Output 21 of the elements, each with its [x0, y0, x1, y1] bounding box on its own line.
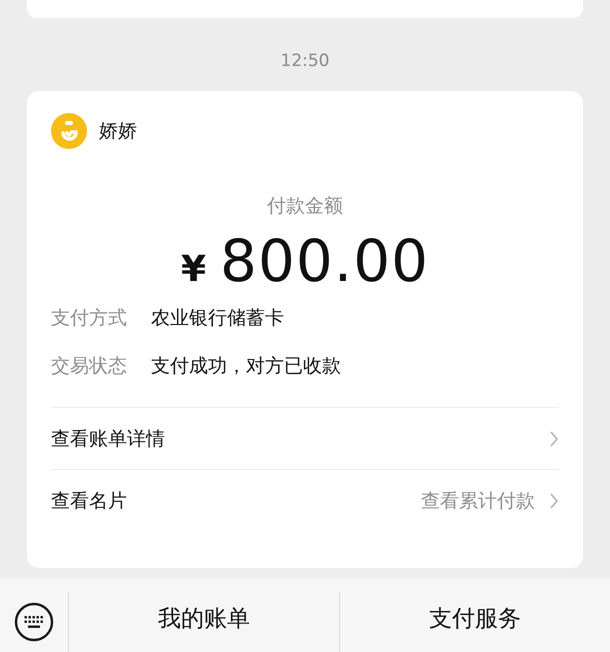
detail-value: 支付成功，对方已收款 — [151, 354, 341, 380]
detail-label: 支付方式 — [51, 306, 127, 332]
menu-button[interactable]: 支付服务 — [339, 592, 610, 652]
timestamp: 12:50 — [280, 50, 330, 72]
link-extra: 查看累计付款 — [421, 488, 535, 514]
amount-label: 付款金额 — [266, 194, 344, 220]
link-row[interactable]: 查看名片 查看累计付款 — [51, 469, 559, 532]
payment-card[interactable]: 娇娇 付款金额 ¥ 800.00 支付方式 农业银行储蓄卡 交易状态 支付成功，对方已收款 查看账单详情 查看名片 查看累计付款 — [27, 91, 583, 568]
chevron-right-icon — [549, 430, 559, 448]
currency-symbol: ¥ — [180, 249, 206, 290]
detail-value: 农业银行储蓄卡 — [151, 306, 284, 332]
link-row[interactable]: 查看账单详情 — [51, 407, 559, 470]
keyboard-icon[interactable] — [14, 602, 54, 642]
link-label: 查看名片 — [51, 488, 127, 514]
chevron-right-icon — [549, 492, 559, 510]
payment-logo-icon — [51, 113, 87, 150]
payee-name: 娇娇 — [99, 119, 137, 144]
link-label: 查看账单详情 — [51, 426, 165, 452]
detail-label: 交易状态 — [51, 354, 127, 380]
amount: 800.00 — [220, 227, 429, 296]
menu-button[interactable]: 我的账单 — [68, 592, 339, 652]
